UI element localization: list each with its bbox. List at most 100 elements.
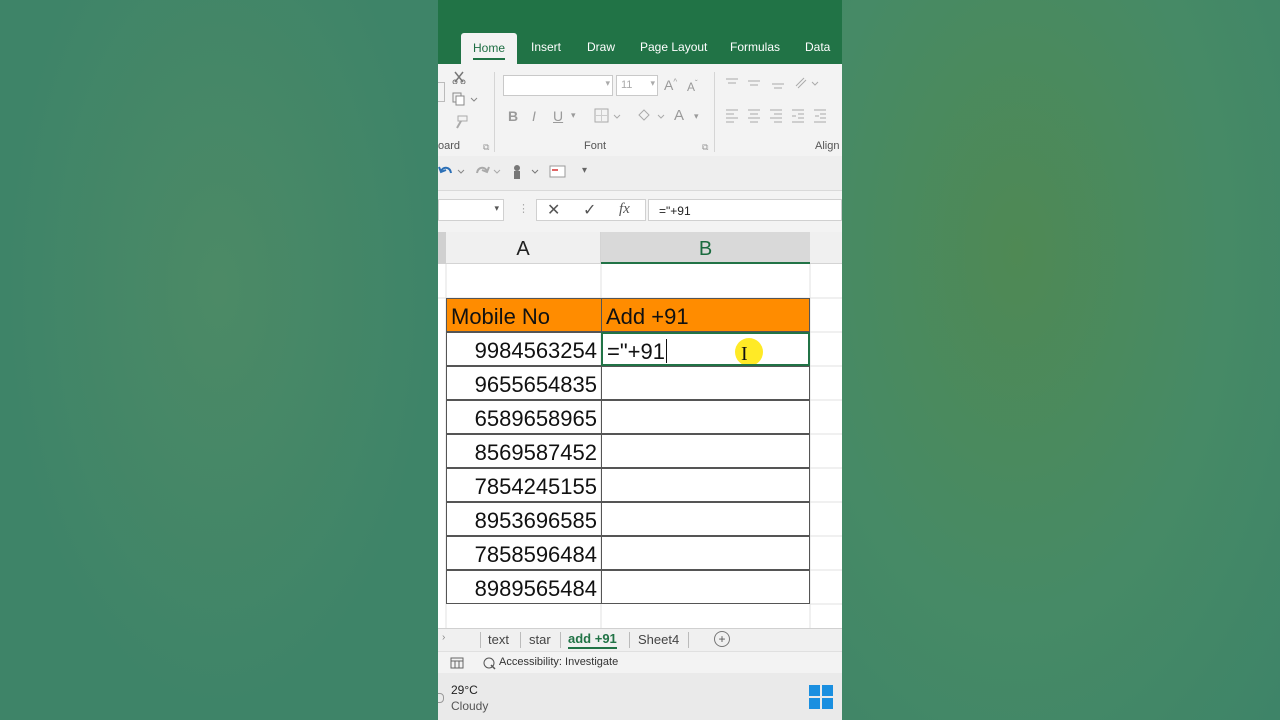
cut-icon[interactable] — [452, 70, 466, 84]
borders-icon[interactable] — [594, 108, 622, 124]
background-right — [842, 0, 1280, 720]
table-cell-add-91[interactable] — [601, 536, 810, 570]
paste-icon[interactable] — [438, 82, 445, 102]
table-cell-add-91[interactable] — [601, 570, 810, 604]
font-size-box[interactable]: 11 ▾ — [616, 75, 658, 96]
tab-insert[interactable]: Insert — [531, 40, 561, 54]
table-cell-add-91[interactable] — [601, 366, 810, 400]
excel-window: Home Insert Draw Page Layout Formulas Da… — [438, 0, 842, 720]
column-header-a[interactable]: A — [446, 232, 601, 264]
table-cell-mobile[interactable]: 9655654835 — [446, 366, 602, 400]
separator — [520, 632, 521, 648]
table-cell-mobile[interactable]: 8569587452 — [446, 434, 602, 468]
underline-icon[interactable]: U — [553, 108, 563, 124]
tab-formulas[interactable]: Formulas — [730, 40, 780, 54]
font-launcher-icon[interactable]: ⧉ — [702, 142, 708, 153]
column-header-c[interactable] — [810, 232, 842, 264]
touch-mode-icon[interactable] — [510, 163, 540, 181]
formula-bar: ▾ ⋮ ✕ ✓ fx ="+91 — [438, 196, 842, 224]
tab-page-layout[interactable]: Page Layout — [640, 40, 707, 54]
bold-icon[interactable]: B — [508, 108, 518, 124]
table-cell-add-91[interactable] — [601, 468, 810, 502]
table-cell-add-91[interactable] — [601, 400, 810, 434]
sheet-tab-sheet4[interactable]: Sheet4 — [638, 632, 679, 647]
table-cell-mobile[interactable]: 9984563254 — [446, 332, 602, 366]
header-cell-add-91[interactable]: Add +91 — [601, 298, 810, 332]
chevron-down-icon: ▾ — [605, 78, 610, 88]
horizontal-align-icons[interactable] — [726, 108, 842, 124]
sheet-tab-add-91[interactable]: add +91 — [568, 631, 617, 649]
clipboard-group-label: oard — [438, 140, 461, 152]
weather-icon — [438, 693, 444, 703]
formula-controls: ✕ ✓ fx — [536, 199, 646, 221]
fill-color-icon[interactable] — [636, 107, 666, 125]
separator — [688, 632, 689, 648]
font-size-value: 11 — [621, 79, 633, 91]
grow-font-icon[interactable]: A^ — [664, 77, 677, 93]
separator — [494, 72, 495, 152]
name-box[interactable]: ▾ — [438, 199, 504, 221]
chevron-down-icon[interactable]: ▾ — [694, 111, 699, 122]
separator — [714, 72, 715, 152]
separator — [629, 632, 630, 648]
shrink-font-icon[interactable]: Aˇ — [687, 79, 698, 94]
format-painter-icon[interactable] — [453, 114, 469, 130]
text-caret — [665, 339, 667, 363]
table-cell-mobile[interactable]: 6589658965 — [446, 400, 602, 434]
table-cell-mobile[interactable]: 7854245155 — [446, 468, 602, 502]
sheet-tab-bar: › text star add +91 Sheet4 + — [438, 628, 842, 651]
windows-start-icon[interactable] — [809, 685, 833, 709]
sheet-tab-text[interactable]: text — [488, 632, 509, 647]
redo-icon[interactable] — [474, 164, 502, 180]
ribbon-tab-bar: Home Insert Draw Page Layout Formulas Da… — [438, 0, 842, 64]
table-cell-add-91[interactable] — [601, 502, 810, 536]
add-sheet-icon[interactable]: + — [714, 631, 730, 647]
sheet-scroll-icon[interactable]: › — [442, 632, 445, 643]
italic-icon[interactable]: I — [532, 108, 536, 124]
table-cell-mobile[interactable]: 8989565484 — [446, 570, 602, 604]
chevron-down-icon: ▾ — [650, 78, 655, 88]
cursor-highlight — [735, 338, 763, 364]
quick-access-toolbar: ▾ — [438, 156, 842, 191]
cancel-icon[interactable]: ✕ — [547, 200, 560, 220]
copy-icon[interactable] — [452, 92, 478, 106]
font-group-label: Font — [584, 140, 607, 152]
accessibility-icon[interactable] — [482, 656, 496, 670]
table-cell-mobile[interactable]: 7858596484 — [446, 536, 602, 570]
background-left — [0, 0, 438, 720]
font-color-icon[interactable]: A — [674, 107, 684, 124]
insert-function-icon[interactable]: fx — [619, 201, 630, 218]
undo-icon[interactable] — [438, 164, 466, 180]
header-cell-mobile-no[interactable]: Mobile No — [446, 298, 602, 332]
clipboard-launcher-icon[interactable]: ⧉ — [483, 142, 489, 153]
font-name-box[interactable]: ▾ — [503, 75, 613, 96]
vertical-align-icons[interactable] — [726, 76, 836, 92]
ribbon-home: oard ⧉ ▾ 11 ▾ A^ Aˇ B I U ▾ A ▾ Font ⧉ A… — [438, 64, 842, 157]
separator — [560, 632, 561, 648]
table-cell-add-91[interactable] — [601, 434, 810, 468]
chevron-down-icon: ▾ — [494, 203, 499, 213]
enter-icon[interactable]: ✓ — [583, 200, 596, 220]
formula-input[interactable]: ="+91 — [648, 199, 842, 221]
column-header-b[interactable]: B — [601, 232, 810, 264]
active-cell-b[interactable]: ="+91 I — [601, 332, 810, 366]
tab-data[interactable]: Data — [805, 40, 830, 54]
chevron-down-icon[interactable]: ▾ — [571, 110, 576, 121]
row-header-strip — [438, 232, 446, 264]
tab-draw[interactable]: Draw — [587, 40, 615, 54]
table-cell-mobile[interactable]: 8953696585 — [446, 502, 602, 536]
weather-condition[interactable]: Cloudy — [451, 699, 488, 713]
taskbar: 29°C Cloudy — [438, 673, 842, 720]
form-icon[interactable] — [549, 165, 567, 179]
weather-temperature[interactable]: 29°C — [451, 683, 478, 697]
alignment-group-label: Align — [815, 140, 840, 152]
worksheet-grid[interactable]: A B Mobile No Add +91 9984563254 ="+91 I… — [438, 232, 842, 628]
customize-qat-icon[interactable]: ▾ — [582, 165, 587, 176]
tab-home[interactable]: Home — [461, 33, 518, 64]
cell-mode-icon — [450, 657, 464, 669]
sheet-tab-star[interactable]: star — [529, 632, 551, 647]
drag-handle-icon[interactable]: ⋮ — [518, 202, 529, 215]
status-bar: Accessibility: Investigate — [438, 651, 842, 674]
cell-edit-text: ="+91 — [607, 339, 665, 364]
accessibility-status[interactable]: Accessibility: Investigate — [499, 656, 618, 668]
